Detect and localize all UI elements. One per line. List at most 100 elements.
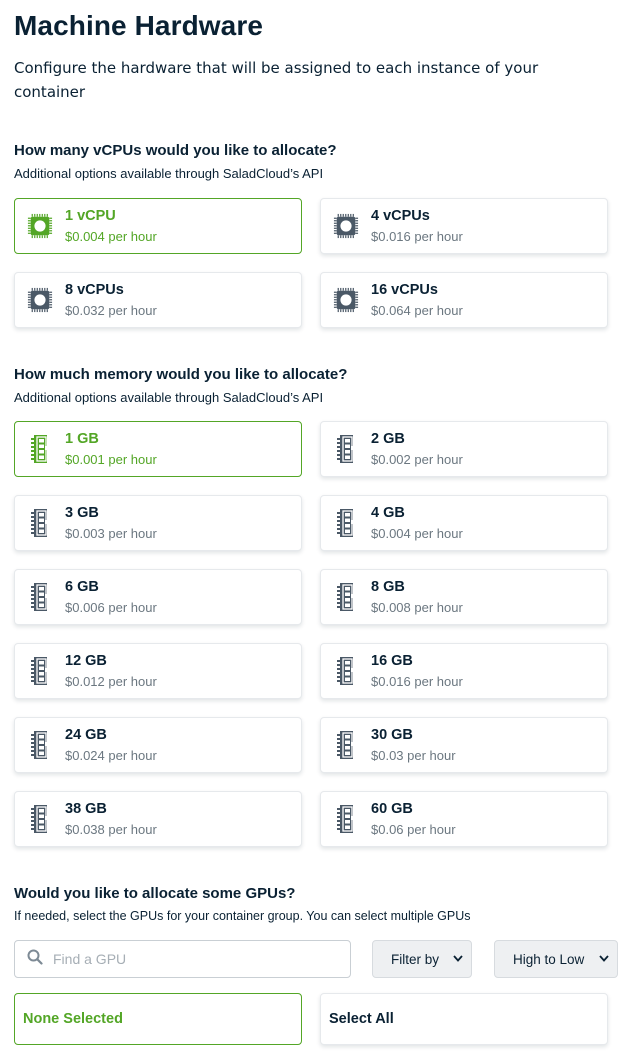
cpu-section-subtitle: Additional options available through Sal… [14,166,324,181]
memory-option-label: 6 GB [65,578,99,595]
memory-option-price: $0.008 per hour [371,599,463,615]
memory-stick-icon [27,804,53,834]
memory-option-label: 8 GB [371,578,405,595]
memory-stick-icon [27,730,53,760]
cpu-option-card[interactable]: 1 vCPU $0.004 per hour [14,198,302,254]
sort-order-select[interactable]: High to Low [494,940,618,978]
memory-option-card[interactable]: 16 GB $0.016 per hour [320,643,608,699]
memory-option-price: $0.06 per hour [371,821,456,837]
memory-options-grid: 1 GB $0.001 per hour 2 GB $0.002 per hour 3 … [14,421,608,847]
memory-option-text: 16 GB $0.016 per hour [371,652,463,691]
memory-stick-icon [27,656,53,686]
chevron-down-icon [599,953,609,965]
memory-option-price: $0.004 per hour [371,525,463,541]
memory-option-card[interactable]: 12 GB $0.012 per hour [14,643,302,699]
memory-option-price: $0.002 per hour [371,451,463,467]
memory-option-text: 2 GB $0.002 per hour [371,430,463,469]
cpu-options-grid: 1 vCPU $0.004 per hour 4 vCPUs $0.016 per h… [14,198,608,328]
memory-option-text: 12 GB $0.012 per hour [65,652,157,691]
cpu-option-label: 8 vCPUs [65,281,124,298]
memory-option-text: 24 GB $0.024 per hour [65,726,157,765]
memory-option-label: 16 GB [371,652,413,669]
memory-stick-icon [333,508,359,538]
memory-option-label: 4 GB [371,504,405,521]
memory-option-label: 30 GB [371,726,413,743]
gpu-search-input[interactable] [53,951,313,967]
memory-stick-icon [333,582,359,612]
memory-option-card[interactable]: 24 GB $0.024 per hour [14,717,302,773]
memory-stick-icon [333,804,359,834]
cpu-option-label: 4 vCPUs [371,207,430,224]
memory-option-price: $0.003 per hour [65,525,157,541]
memory-option-price: $0.012 per hour [65,673,157,689]
cpu-option-price: $0.032 per hour [65,302,157,318]
memory-option-text: 3 GB $0.003 per hour [65,504,157,543]
gpu-search-field[interactable] [14,940,351,978]
cpu-option-card[interactable]: 16 vCPUs $0.064 per hour [320,272,608,328]
memory-option-price: $0.038 per hour [65,821,157,837]
page-description: Configure the hardware that will be assi… [14,59,539,101]
memory-option-label: 1 GB [65,430,99,447]
memory-option-card[interactable]: 4 GB $0.004 per hour [320,495,608,551]
memory-option-price: $0.001 per hour [65,451,157,467]
memory-option-text: 6 GB $0.006 per hour [65,578,157,617]
gpu-section-subtitle: If needed, select the GPUs for your cont… [14,909,471,923]
memory-option-price: $0.03 per hour [371,747,456,763]
gpu-none-selected-button[interactable]: None Selected [14,993,302,1045]
search-icon [27,949,43,970]
memory-option-card[interactable]: 2 GB $0.002 per hour [320,421,608,477]
memory-stick-icon [333,656,359,686]
cpu-option-text: 16 vCPUs $0.064 per hour [371,281,463,320]
memory-option-card[interactable]: 30 GB $0.03 per hour [320,717,608,773]
memory-option-card[interactable]: 1 GB $0.001 per hour [14,421,302,477]
cpu-option-label: 16 vCPUs [371,281,438,298]
cpu-option-price: $0.064 per hour [371,302,463,318]
cpu-chip-icon [333,285,359,315]
cpu-option-text: 4 vCPUs $0.016 per hour [371,207,463,246]
memory-option-label: 38 GB [65,800,107,817]
memory-stick-icon [333,730,359,760]
memory-option-card[interactable]: 3 GB $0.003 per hour [14,495,302,551]
memory-option-text: 1 GB $0.001 per hour [65,430,157,469]
memory-option-text: 4 GB $0.004 per hour [371,504,463,543]
memory-option-label: 3 GB [65,504,99,521]
filter-by-select[interactable]: Filter by [372,940,472,978]
memory-stick-icon [333,434,359,464]
memory-option-card[interactable]: 6 GB $0.006 per hour [14,569,302,625]
memory-option-label: 60 GB [371,800,413,817]
memory-option-label: 24 GB [65,726,107,743]
cpu-chip-icon [27,285,53,315]
memory-option-text: 8 GB $0.008 per hour [371,578,463,617]
filter-by-label: Filter by [391,951,440,967]
cpu-option-card[interactable]: 8 vCPUs $0.032 per hour [14,272,302,328]
gpu-section-title: Would you like to allocate some GPUs? [14,885,296,902]
memory-option-text: 60 GB $0.06 per hour [371,800,456,839]
memory-option-price: $0.006 per hour [65,599,157,615]
memory-option-card[interactable]: 8 GB $0.008 per hour [320,569,608,625]
memory-section-subtitle: Additional options available through Sal… [14,390,324,405]
memory-stick-icon [27,582,53,612]
memory-option-label: 12 GB [65,652,107,669]
cpu-chip-icon [27,211,53,241]
memory-option-text: 38 GB $0.038 per hour [65,800,157,839]
sort-order-label: High to Low [513,951,585,967]
cpu-chip-icon [333,211,359,241]
cpu-option-text: 1 vCPU $0.004 per hour [65,207,157,246]
memory-option-label: 2 GB [371,430,405,447]
page-title: Machine Hardware [14,10,264,41]
gpu-select-all-button[interactable]: Select All [320,993,608,1045]
chevron-down-icon [453,953,463,965]
memory-option-card[interactable]: 60 GB $0.06 per hour [320,791,608,847]
cpu-section-title: How many vCPUs would you like to allocat… [14,142,337,159]
cpu-option-label: 1 vCPU [65,207,116,224]
memory-stick-icon [27,434,53,464]
memory-option-price: $0.024 per hour [65,747,157,763]
memory-stick-icon [27,508,53,538]
memory-option-text: 30 GB $0.03 per hour [371,726,456,765]
cpu-option-price: $0.016 per hour [371,228,463,244]
cpu-option-card[interactable]: 4 vCPUs $0.016 per hour [320,198,608,254]
cpu-option-price: $0.004 per hour [65,228,157,244]
memory-option-price: $0.016 per hour [371,673,463,689]
cpu-option-text: 8 vCPUs $0.032 per hour [65,281,157,320]
memory-option-card[interactable]: 38 GB $0.038 per hour [14,791,302,847]
